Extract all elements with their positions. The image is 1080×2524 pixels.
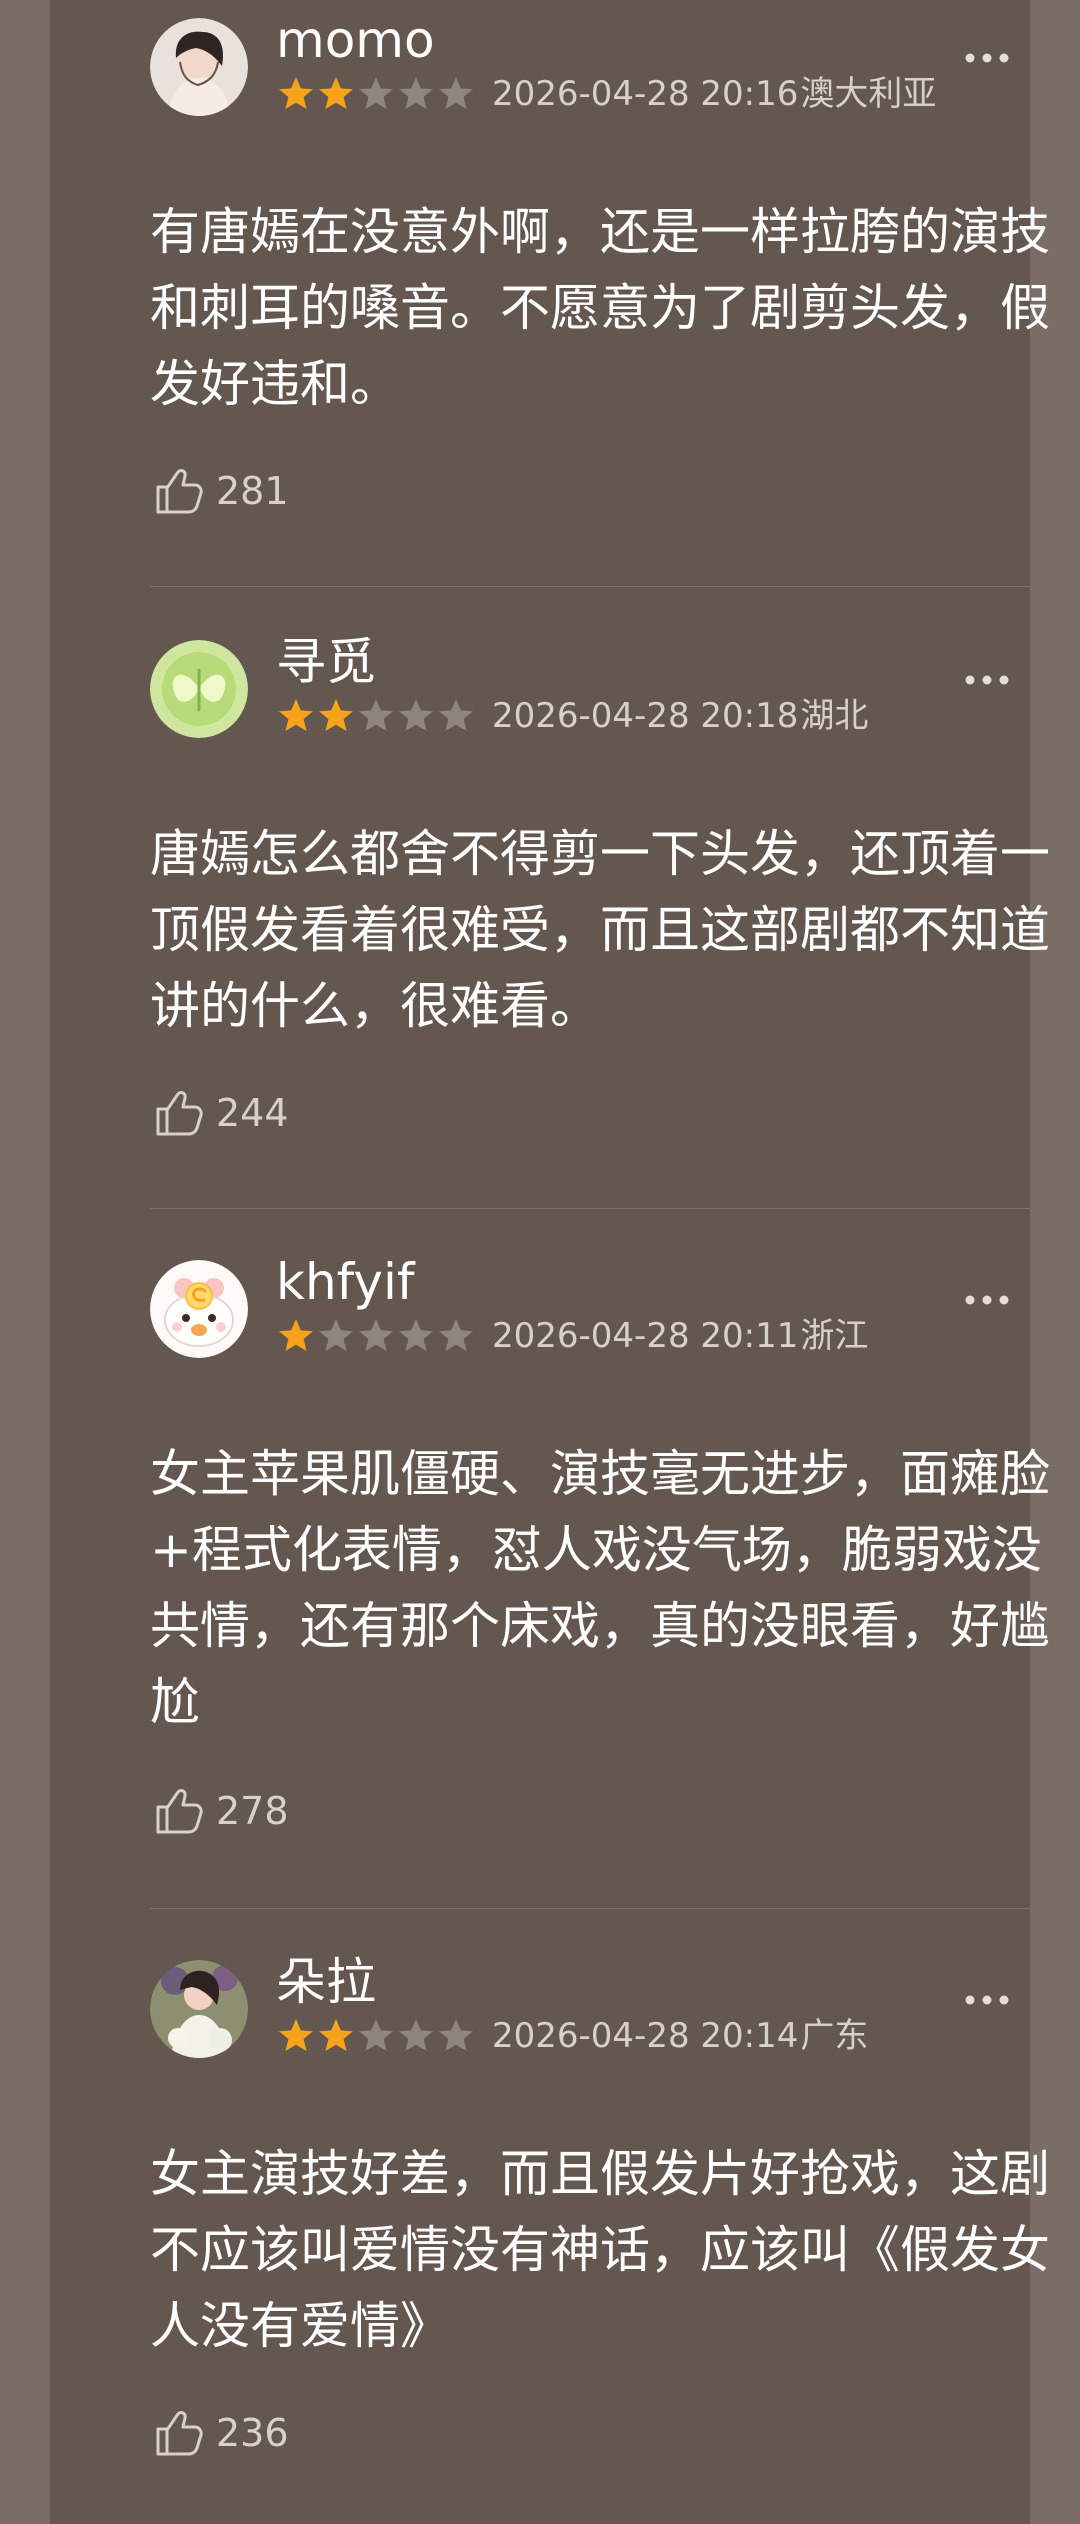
star-rating xyxy=(276,2016,476,2056)
thumbs-up-icon xyxy=(156,1091,203,1136)
avatar[interactable] xyxy=(150,1260,248,1358)
more-icon[interactable] xyxy=(964,1994,1010,2006)
review-content: 女主演技好差，而且假发片好抢戏，这剧不应该叫爱情没有神话，应该叫《假发女人没有爱… xyxy=(150,2145,1050,2355)
star-icon xyxy=(279,77,313,109)
review-datetime: 2026-04-28 20:14 xyxy=(492,2016,799,2056)
username[interactable]: 朵拉 xyxy=(276,1952,376,2012)
review-datetime: 2026-04-28 20:11 xyxy=(492,1316,799,1356)
star-icon xyxy=(439,77,473,109)
review-meta: 2026-04-28 20:16澳大利亚 xyxy=(492,72,936,116)
review-meta: 2026-04-28 20:14广东 xyxy=(492,2014,868,2058)
review-datetime: 2026-04-28 20:18 xyxy=(492,696,799,736)
star-icon xyxy=(399,699,433,731)
more-icon[interactable] xyxy=(964,674,1010,686)
review-meta: 2026-04-28 20:18湖北 xyxy=(492,694,868,738)
star-rating xyxy=(276,696,476,736)
like-count: 281 xyxy=(216,469,289,513)
star-icon xyxy=(359,2019,393,2051)
reviews-panel: momo 2026-04-28 20:16澳大利亚 有唐嫣在没意外啊，还是一样拉… xyxy=(50,0,1050,2524)
thumbs-up-icon xyxy=(156,2411,203,2456)
star-icon xyxy=(399,77,433,109)
star-icon xyxy=(319,77,353,109)
star-icon xyxy=(359,699,393,731)
username[interactable]: momo xyxy=(276,10,435,70)
like-button[interactable]: 236 xyxy=(150,2406,289,2460)
thumbs-up-icon xyxy=(156,1789,203,1834)
review-datetime: 2026-04-28 20:16 xyxy=(492,74,799,114)
like-count: 244 xyxy=(216,1091,289,1135)
star-icon xyxy=(279,2019,313,2051)
star-icon xyxy=(319,699,353,731)
star-icon xyxy=(359,1319,393,1351)
like-count: 278 xyxy=(216,1789,289,1833)
thumbs-up-icon xyxy=(156,469,203,514)
star-icon xyxy=(439,1319,473,1351)
star-icon xyxy=(359,77,393,109)
review-content: 唐嫣怎么都舍不得剪一下头发，还顶着一顶假发看着很难受，而且这部剧都不知道讲的什么… xyxy=(150,825,1050,1035)
more-icon[interactable] xyxy=(964,52,1010,64)
star-icon xyxy=(399,2019,433,2051)
like-button[interactable]: 281 xyxy=(150,464,289,518)
like-button[interactable]: 244 xyxy=(150,1086,289,1140)
star-rating xyxy=(276,1316,476,1356)
review-content: 有唐嫣在没意外啊，还是一样拉胯的演技和刺耳的嗓音。不愿意为了剧剪头发，假发好违和… xyxy=(150,203,1050,413)
like-button[interactable]: 278 xyxy=(150,1784,289,1838)
like-count: 236 xyxy=(216,2411,289,2455)
more-icon[interactable] xyxy=(964,1294,1010,1306)
star-icon xyxy=(319,2019,353,2051)
avatar[interactable] xyxy=(150,640,248,738)
screen: momo 2026-04-28 20:16澳大利亚 有唐嫣在没意外啊，还是一样拉… xyxy=(0,0,1080,2524)
star-icon xyxy=(279,699,313,731)
review-location: 浙江 xyxy=(800,1316,869,1356)
star-icon xyxy=(399,1319,433,1351)
avatar[interactable] xyxy=(150,1960,248,2058)
star-icon xyxy=(319,1319,353,1351)
review-content: 女主苹果肌僵硬、演技毫无进步，面瘫脸+程式化表情，怼人戏没气场，脆弱戏没共情，还… xyxy=(150,1445,1050,1731)
review-location: 澳大利亚 xyxy=(800,74,937,114)
star-rating xyxy=(276,74,476,114)
review-divider xyxy=(150,586,1030,587)
review-location: 湖北 xyxy=(800,696,869,736)
review-divider xyxy=(150,1208,1030,1209)
star-icon xyxy=(439,699,473,731)
username[interactable]: khfyif xyxy=(276,1252,414,1312)
star-icon xyxy=(439,2019,473,2051)
review-meta: 2026-04-28 20:11浙江 xyxy=(492,1314,868,1358)
username[interactable]: 寻觅 xyxy=(276,632,376,692)
star-icon xyxy=(279,1319,313,1351)
review-divider xyxy=(150,1908,1030,1909)
review-location: 广东 xyxy=(800,2016,869,2056)
avatar[interactable] xyxy=(150,18,248,116)
